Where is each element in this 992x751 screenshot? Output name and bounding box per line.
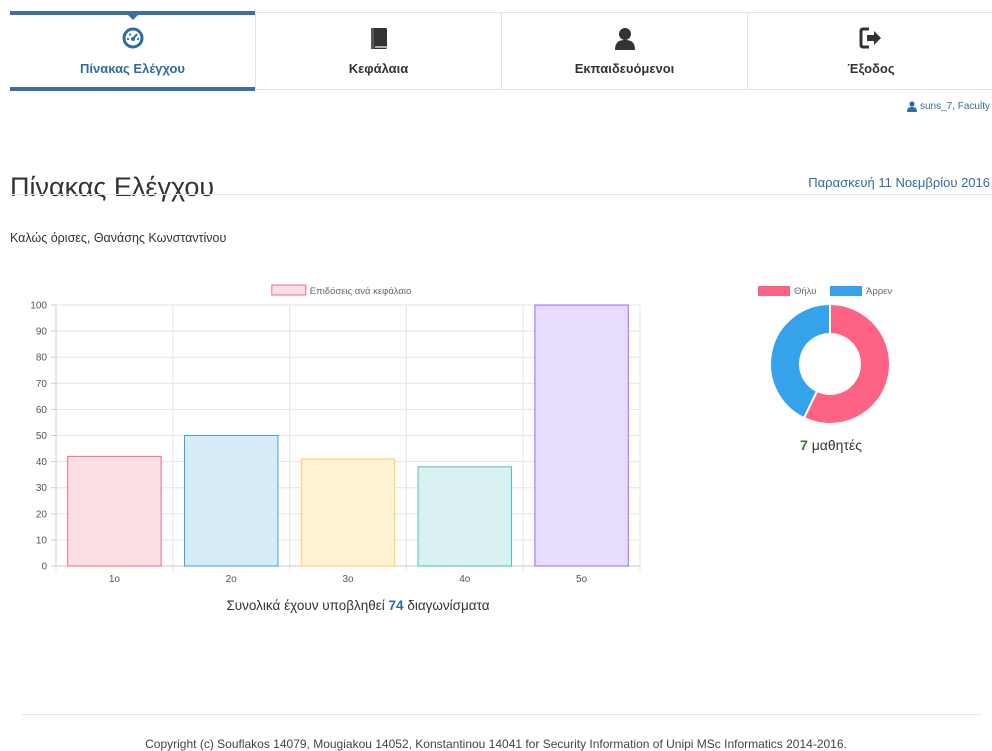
gender-donut-chart: Θήλυ Άρρεν — [758, 286, 892, 425]
tab-chapters[interactable]: Κεφάλαια — [256, 13, 502, 89]
book-icon — [369, 27, 389, 56]
bar-3o — [300, 458, 396, 567]
y-tick-label: 0 — [41, 562, 47, 573]
tab-label: Έξοδος — [847, 61, 895, 76]
bar-chart-caption: Συνολικά έχουν υποβληθεί 74 διαγωνίσματα — [60, 598, 656, 613]
user-label: suns_7, Faculty — [919, 101, 990, 112]
y-tick-label: 60 — [36, 405, 48, 416]
footer-copyright: Copyright (c) Souflakos 14079, Mougiakou… — [145, 737, 847, 751]
bar-2o — [183, 435, 279, 567]
y-tick-label: 70 — [36, 379, 48, 390]
y-tick-label: 40 — [36, 457, 48, 468]
x-tick-label: 5o — [576, 574, 588, 585]
page-title: Πίνακας Ελέγχου — [10, 172, 215, 203]
y-tick-label: 90 — [36, 327, 48, 338]
bar-chart: Επιδόσεις ανά κεφάλαιο 0 10 20 30 40 50 60 70 80 9… — [30, 284, 641, 585]
tab-logout[interactable]: Έξοδος — [748, 13, 992, 89]
main-nav: Πίνακας Ελέγχου Κεφάλαια Εκπαιδευόμενοι — [10, 11, 992, 91]
y-tick-label: 50 — [36, 431, 48, 442]
x-tick-label: 3o — [342, 574, 354, 585]
welcome-message: Καλώς όρισες, Θανάσης Κωνσταντίνου — [10, 231, 227, 245]
caption-prefix: Συνολικά έχουν υποβληθεί — [226, 598, 389, 613]
caption-suffix: διαγωνίσματα — [403, 598, 490, 613]
y-tick-label: 80 — [36, 353, 48, 364]
footer-divider — [22, 714, 982, 715]
current-date: Παρασκευή 11 Νοεμβρίου 2016 — [808, 175, 990, 190]
legend-label: Άρρεν — [866, 286, 892, 297]
y-tick-label: 10 — [36, 535, 48, 546]
user-icon — [906, 101, 917, 112]
y-tick-label: 30 — [36, 483, 48, 494]
bar-5o — [534, 304, 629, 567]
bar-4o — [417, 466, 513, 567]
y-tick-label: 100 — [30, 301, 47, 312]
tab-label: Κεφάλαια — [348, 61, 409, 76]
x-tick-label: 4o — [459, 574, 471, 585]
divider — [10, 194, 992, 195]
sign-out-icon — [859, 27, 883, 54]
y-tick-label: 20 — [36, 509, 48, 520]
active-tab-caret — [125, 13, 140, 20]
legend-swatch-1 — [830, 286, 862, 296]
tab-label: Πίνακας Ελέγχου — [80, 61, 185, 76]
x-tick-label: 2o — [226, 574, 238, 585]
current-user[interactable]: suns_7, Faculty — [906, 101, 990, 112]
students-label: μαθητές — [807, 437, 862, 453]
students-number: 7 — [800, 437, 808, 453]
user-icon — [614, 27, 636, 56]
x-tick-label: 1o — [109, 574, 121, 585]
bar-1o — [67, 455, 162, 567]
students-count: 7 μαθητές — [742, 437, 920, 453]
legend-label: Θήλυ — [794, 286, 816, 297]
tab-trainees[interactable]: Εκπαιδευόμενοι — [502, 13, 748, 89]
legend-swatch — [271, 284, 307, 296]
exam-count: 74 — [388, 598, 404, 613]
legend-label: Επιδόσεις ανά κεφάλαιο — [310, 286, 412, 297]
tab-dashboard[interactable]: Πίνακας Ελέγχου — [10, 11, 256, 91]
legend-swatch-0 — [758, 286, 790, 296]
dashboard-icon — [122, 27, 144, 54]
tab-label: Εκπαιδευόμενοι — [574, 61, 675, 76]
